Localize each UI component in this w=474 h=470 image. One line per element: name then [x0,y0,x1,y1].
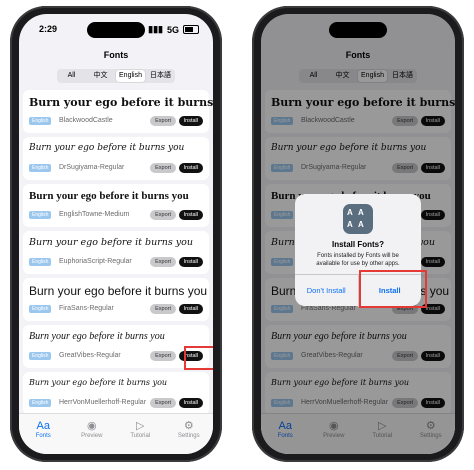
confirm-highlight-box [359,270,427,308]
font-card: Burn your ego before it burns you Englis… [23,372,209,415]
font-sample: Burn your ego before it burns you [29,190,189,202]
language-segment: All 中文 English 日本語 [57,69,175,83]
tab-preview[interactable]: ◉ Preview [68,414,117,454]
install-button[interactable]: Install [178,257,203,267]
font-name: GreatVibes-Regular [59,352,121,359]
font-card: Burn your ego before it burns you Englis… [23,184,209,227]
language-tag: English [29,305,52,313]
tab-settings[interactable]: ⚙ Settings [165,414,214,454]
tab-label: Tutorial [130,433,151,439]
font-card: Burn your ego before it burns you Englis… [23,90,213,133]
install-button[interactable]: Install [178,210,203,220]
font-list: Burn your ego before it burns you Englis… [23,90,213,419]
phone-left: 2:29 ▮▮▮ 5G Fonts All 中文 English 日本語 Bur… [10,6,222,462]
eye-icon: ◉ [86,420,97,432]
language-tag: English [29,211,52,219]
phone-right: Fonts All 中文 English 日本語 Burn your ego b… [252,6,464,462]
font-name: DrSugiyama-Regular [59,164,125,171]
segment-japanese[interactable]: 日本語 [146,69,175,83]
font-sample: Burn your ego before it burns you [29,284,208,298]
segment-chinese[interactable]: 中文 [86,69,115,83]
screen-left: 2:29 ▮▮▮ 5G Fonts All 中文 English 日本語 Bur… [19,14,213,454]
tab-label: Settings [177,433,200,439]
install-button[interactable]: Install [178,398,203,408]
tab-bar: Aa Fonts ◉ Preview ▷ Tutorial ⚙ Settings [19,413,213,454]
dynamic-island [87,22,145,38]
tab-fonts[interactable]: Aa Fonts [19,414,68,454]
font-sample: Burn your ego before it burns you [29,96,213,109]
fonts-app-icon: A A A A [343,204,373,234]
dont-install-button[interactable]: Don't Install [295,275,359,307]
gear-icon: ⚙ [183,420,194,432]
font-sample: Burn your ego before it burns you [29,143,185,153]
network-label: 5G [166,24,179,35]
font-card: Burn your ego before it burns you Englis… [23,278,209,321]
export-button[interactable]: Export [150,398,176,408]
tab-tutorial[interactable]: ▷ Tutorial [116,414,165,454]
font-icon: Aa [36,420,50,432]
play-icon: ▷ [136,420,145,432]
tab-label: Preview [81,433,103,439]
signal-icon: ▮▮▮ [148,24,163,34]
font-name: EnglishTowne-Medium [59,211,130,218]
segment-all[interactable]: All [57,69,86,83]
export-button[interactable]: Export [150,116,176,126]
font-name: BlackwoodCastle [59,117,113,124]
screen-right: Fonts All 中文 English 日本語 Burn your ego b… [261,14,455,454]
font-card: Burn your ego before it burns you Englis… [23,137,209,180]
language-tag: English [29,258,52,266]
font-card: Burn your ego before it burns you Englis… [23,231,209,274]
export-button[interactable]: Export [150,257,176,267]
tab-label: Fonts [35,433,51,439]
export-button[interactable]: Export [150,351,176,361]
status-time: 2:29 [39,24,58,34]
export-button[interactable]: Export [150,210,176,220]
font-name: EuphoriaScript-Regular [59,258,132,265]
export-button[interactable]: Export [150,304,176,314]
language-tag: English [29,399,52,407]
language-tag: English [29,164,52,172]
install-button[interactable]: Install [178,116,203,126]
language-tag: English [29,352,52,360]
alert-message: Fonts installed by Fonts will be availab… [316,253,400,267]
install-button[interactable]: Install [178,163,203,173]
segment-english[interactable]: English [116,70,145,82]
language-tag: English [29,117,52,125]
page-title: Fonts [103,50,129,60]
font-card: Burn your ego before it burns you Englis… [23,325,209,368]
font-sample: Burn your ego before it burns you [29,378,168,387]
font-name: HerrVonMuellerhoff-Regular [59,399,147,406]
install-highlight-box [184,346,213,370]
font-name: FiraSans-Regular [59,305,114,312]
font-sample: Burn your ego before it burns you [29,331,165,342]
font-sample: Burn your ego before it burns you [29,237,193,248]
battery-icon [183,25,199,34]
export-button[interactable]: Export [150,163,176,173]
alert-title: Install Fonts? [332,240,384,249]
install-button[interactable]: Install [178,304,203,314]
